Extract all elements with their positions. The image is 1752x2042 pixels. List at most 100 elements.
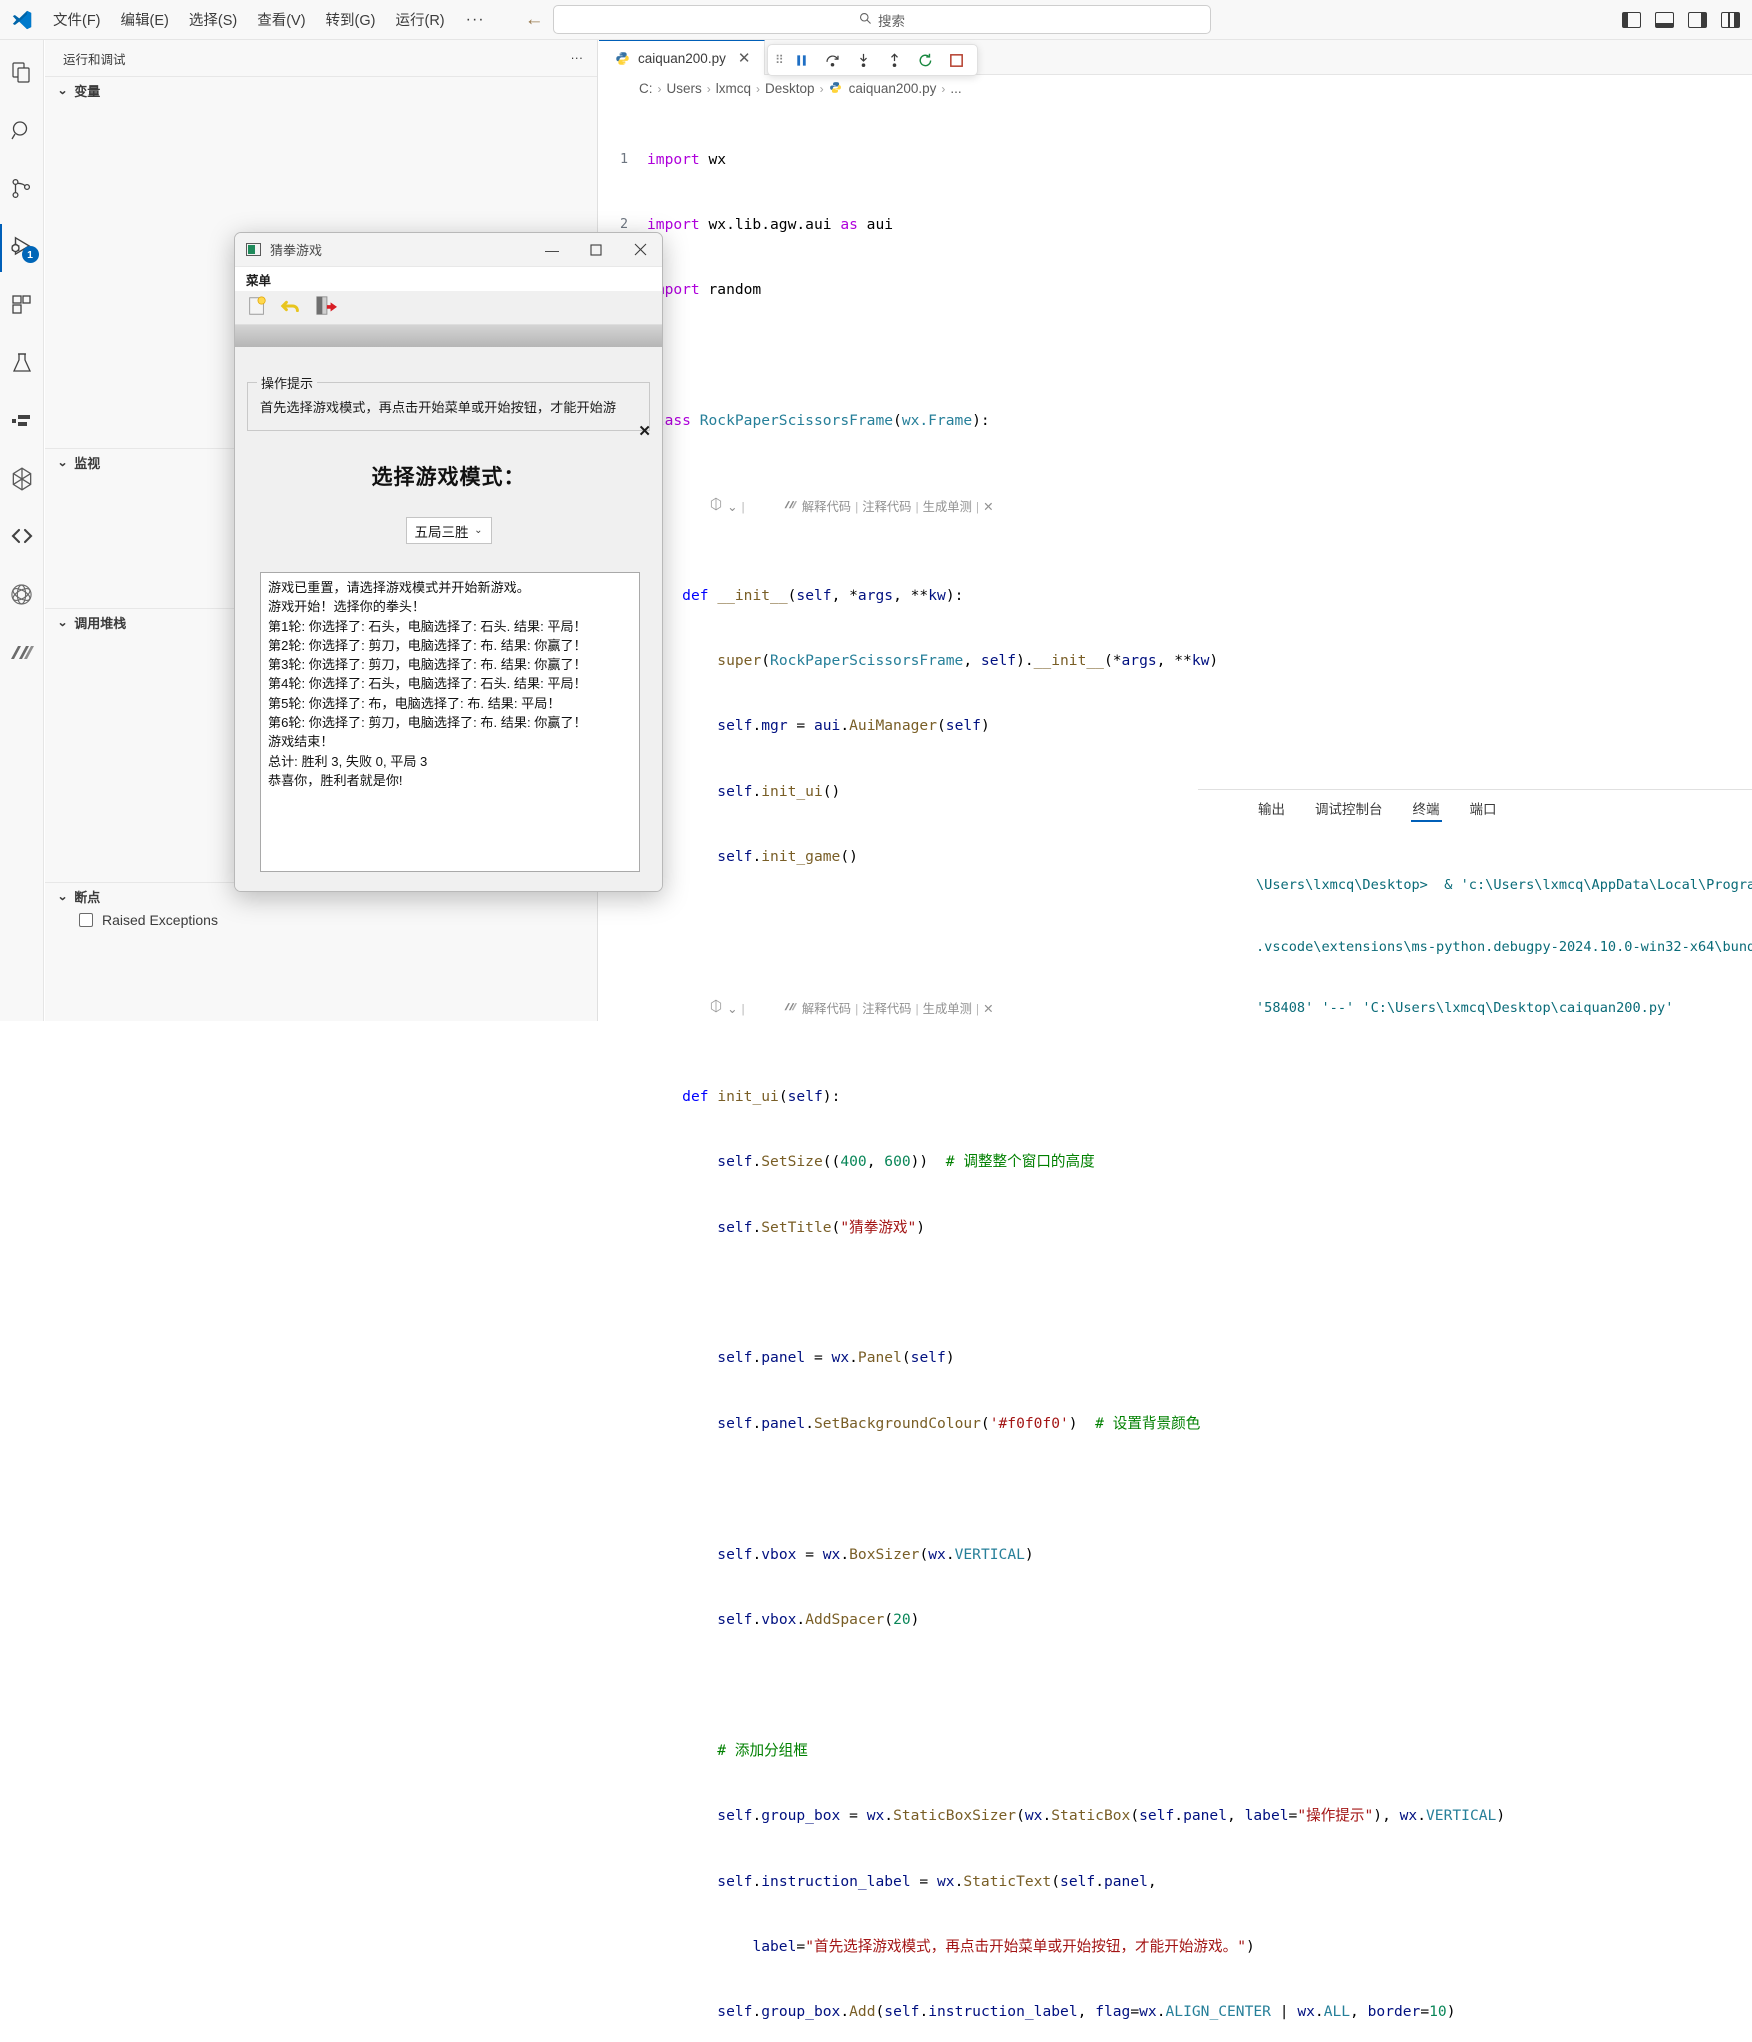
breadcrumb-item-5[interactable]: ... [950, 81, 961, 96]
close-icon[interactable]: ✕ [983, 497, 993, 519]
breadcrumb[interactable]: C: › Users › lxmcq › Desktop › caiquan20… [599, 75, 1752, 102]
sidebar-item-remote-explorer[interactable] [0, 398, 44, 446]
search-input[interactable]: 搜索 [553, 5, 1211, 34]
stop-button[interactable] [942, 47, 970, 73]
menu-view[interactable]: 查看(V) [248, 5, 314, 34]
sidebar-item-codegeex[interactable] [0, 456, 44, 504]
tab-caiquan200-py[interactable]: caiquan200.py ✕ [599, 40, 766, 75]
game-toolbar[interactable] [235, 291, 662, 325]
codelens-generate-test[interactable]: 生成单测 [923, 999, 972, 1021]
panel-title: 运行和调试 [63, 52, 126, 67]
close-button[interactable] [618, 233, 662, 267]
menu-bar[interactable]: 文件(F) 编辑(E) 选择(S) 查看(V) 转到(G) 运行(R) ··· [44, 5, 495, 34]
log-line: 第2轮: 你选择了: 剪刀，电脑选择了: 布. 结果: 你赢了！ [268, 637, 587, 653]
chevron-down-icon[interactable]: ⌄ [727, 497, 737, 519]
close-icon[interactable]: ✕ [983, 999, 993, 1021]
chevron-down-icon: ⌄ [474, 525, 483, 536]
menu-selection[interactable]: 选择(S) [180, 5, 246, 34]
breadcrumb-item-4[interactable]: caiquan200.py [849, 81, 937, 96]
code-editor[interactable]: 1 import wx 2 import wx.lib.agw.aui as a… [599, 102, 1752, 2042]
sidebar-item-explorer[interactable] [0, 50, 44, 98]
codelens-generate-test[interactable]: 生成单测 [923, 497, 972, 519]
game-mode-select[interactable]: 五局三胜 ⌄ [405, 517, 492, 544]
panel-tab-terminal[interactable]: 终端 [1410, 790, 1442, 826]
breakpoint-checkbox[interactable] [79, 913, 93, 927]
undo-icon[interactable] [280, 295, 302, 320]
sidebar-item-testing[interactable] [0, 340, 44, 388]
restart-button[interactable] [911, 47, 939, 73]
codegeex-icon[interactable] [675, 476, 723, 541]
navigation-arrows[interactable]: ← [525, 9, 544, 31]
code-text: class RockPaperScissorsFrame(wx.Frame): [647, 412, 990, 430]
game-window-titlebar[interactable]: 猜拳游戏 — [235, 233, 662, 267]
sidebar-item-extensions[interactable] [0, 282, 44, 330]
panel-tab-output[interactable]: 输出 [1258, 790, 1285, 826]
step-over-button[interactable] [818, 47, 846, 73]
minimize-button[interactable]: — [530, 233, 574, 267]
menu-item-caidan[interactable]: 菜单 [246, 270, 271, 289]
game-log[interactable]: 游戏已重置，请选择游戏模式并开始新游戏。 游戏开始！选择你的拳头！ 第1轮: 你… [260, 572, 640, 872]
window-controls[interactable]: — [530, 233, 662, 267]
menu-edit[interactable]: 编辑(E) [112, 5, 178, 34]
codelens-comment-code[interactable]: 注释代码 [862, 497, 911, 519]
pause-button[interactable] [787, 47, 815, 73]
menu-more-icon[interactable]: ··· [456, 7, 495, 33]
layout-controls[interactable] [1622, 0, 1740, 40]
new-game-icon[interactable] [246, 295, 268, 320]
chevron-down-icon[interactable]: ⌄ [727, 999, 737, 1021]
sidebar-item-search[interactable] [0, 108, 44, 156]
customize-layout-icon[interactable] [1721, 12, 1740, 28]
chevron-down-icon: ⌄ [57, 616, 68, 629]
terminal-output[interactable]: \Users\lxmcq\Desktop> & 'c:\Users\lxmcq\… [1198, 826, 1752, 1060]
code-lens-row[interactable]: ⌄ | 解释代码 | 注释代码 | 生成单测 | ✕ [599, 497, 1752, 519]
maximize-button[interactable] [574, 233, 618, 267]
navigate-back-icon[interactable]: ← [525, 9, 544, 31]
toggle-panel-icon[interactable] [1655, 12, 1674, 28]
sidebar-item-openai[interactable] [0, 572, 44, 620]
codelens-explain-code[interactable]: 解释代码 [802, 999, 851, 1021]
sidebar-item-source-control[interactable] [0, 166, 44, 214]
step-out-button[interactable] [880, 47, 908, 73]
section-header-variables[interactable]: ⌄ 变量 [45, 77, 597, 103]
panel-more-actions-icon[interactable]: ··· [571, 51, 584, 65]
menu-file[interactable]: 文件(F) [44, 5, 110, 34]
code-text: label="首先选择游戏模式，再点击开始菜单或开始按钮，才能开始游戏。") [752, 1937, 1255, 1955]
codegeex-icon[interactable] [675, 977, 723, 1042]
breadcrumb-item-2[interactable]: lxmcq [716, 81, 751, 96]
toggle-secondary-sidebar-icon[interactable] [1688, 12, 1707, 28]
pane-close-icon[interactable]: ✕ [638, 422, 651, 440]
grip-icon[interactable]: ⠿ [775, 54, 784, 66]
close-icon[interactable]: ✕ [734, 49, 755, 67]
aui-pane-header[interactable]: ✕ [235, 325, 662, 347]
sidebar-item-marscode[interactable] [0, 630, 44, 678]
menu-go[interactable]: 转到(G) [317, 5, 385, 34]
chevron-right-icon: › [941, 81, 946, 96]
panel-tab-debug-console[interactable]: 调试控制台 [1315, 790, 1383, 826]
breakpoint-row-raised-exceptions[interactable]: Raised Exceptions [45, 909, 597, 928]
step-into-button[interactable] [849, 47, 877, 73]
line-number-blank [599, 1936, 647, 1958]
chevron-down-icon: ⌄ [57, 456, 68, 469]
game-window[interactable]: 猜拳游戏 — 菜单 ✕ ✕ 操作提示 [234, 232, 663, 892]
separator: | [855, 1001, 859, 1016]
breadcrumb-item-3[interactable]: Desktop [765, 81, 815, 96]
codelens-comment-code[interactable]: 注释代码 [862, 999, 911, 1021]
line-number-blank [599, 1805, 647, 1827]
log-line: 游戏结束！ [268, 734, 334, 750]
files-icon [10, 61, 34, 88]
game-menu-bar[interactable]: 菜单 [235, 267, 662, 291]
menu-run[interactable]: 运行(R) [386, 5, 453, 34]
sidebar-item-run-and-debug[interactable]: 1 [0, 224, 44, 272]
line-number-blank [599, 1871, 647, 1893]
breadcrumb-item-1[interactable]: Users [667, 81, 702, 96]
panel-tab-ports[interactable]: 端口 [1470, 790, 1497, 826]
code-line: self.instruction_label = wx.StaticText(s… [599, 1871, 1752, 1893]
debug-toolbar[interactable]: ⠿ [767, 44, 978, 76]
breadcrumb-item-0[interactable]: C: [639, 81, 653, 96]
panel-tab-bar[interactable]: 输出 调试控制台 终端 端口 [1198, 790, 1752, 826]
exit-icon[interactable] [314, 295, 338, 320]
toggle-primary-sidebar-icon[interactable] [1622, 12, 1641, 28]
line-number-blank [599, 1282, 647, 1304]
codelens-explain-code[interactable]: 解释代码 [802, 497, 851, 519]
sidebar-item-sync[interactable] [0, 514, 44, 562]
